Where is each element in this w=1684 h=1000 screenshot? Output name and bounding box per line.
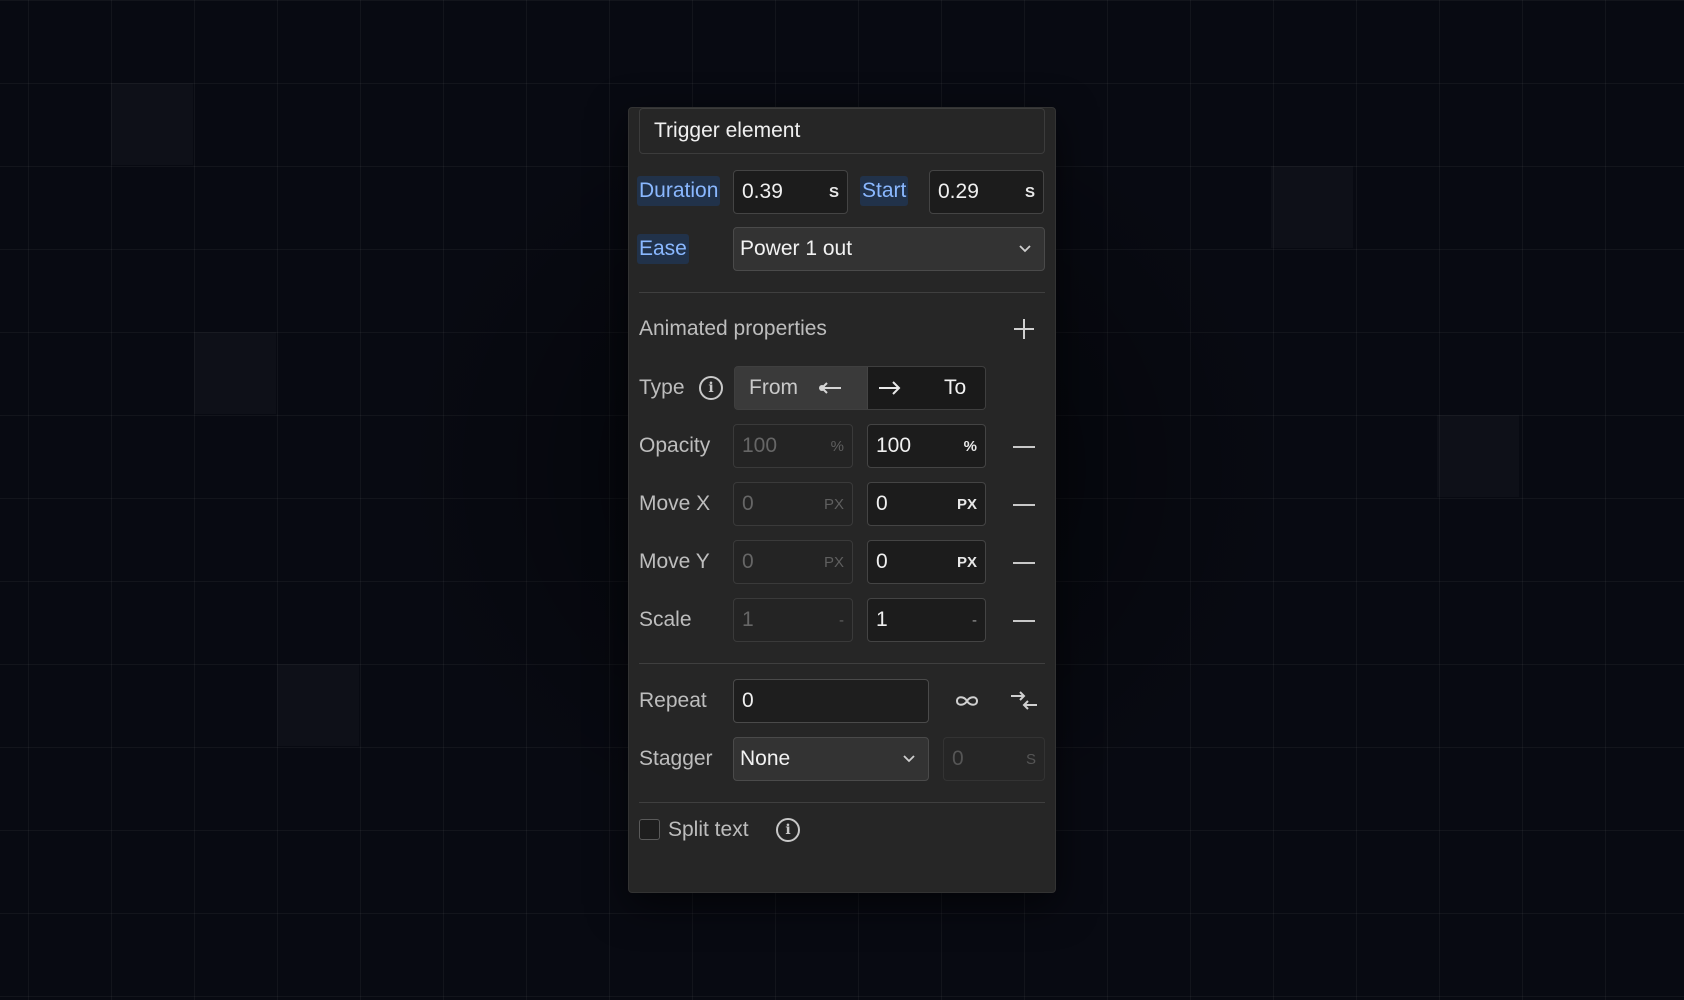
info-icon: i: [776, 818, 800, 842]
to-value: 100: [876, 434, 912, 457]
bg-tile: [277, 664, 359, 746]
repeat-label: Repeat: [639, 689, 707, 712]
start-value: 0.29: [938, 180, 979, 203]
to-unit: %: [963, 437, 977, 455]
from-input[interactable]: 1 -: [733, 598, 853, 642]
type-from-option[interactable]: From: [735, 367, 867, 409]
yoyo-button[interactable]: [1007, 686, 1041, 716]
trigger-element-value: Trigger element: [654, 119, 801, 142]
bg-tile: [1437, 415, 1519, 497]
arrow-left-icon: [818, 381, 842, 395]
infinity-icon: [955, 696, 979, 706]
from-input[interactable]: 100 %: [733, 424, 853, 468]
from-input[interactable]: 0 PX: [733, 540, 853, 584]
to-input[interactable]: 0 PX: [867, 540, 986, 584]
split-text-checkbox[interactable]: [639, 819, 660, 840]
property-label: Scale: [639, 608, 692, 631]
split-text-info-button[interactable]: i: [774, 816, 802, 844]
to-label: To: [944, 376, 967, 399]
start-label: Start: [860, 176, 909, 206]
type-label: Type: [639, 376, 685, 399]
property-label: Opacity: [639, 434, 711, 457]
bg-tile: [111, 83, 193, 165]
remove-move-x-button[interactable]: [1009, 490, 1039, 520]
property-label: Move X: [639, 492, 711, 515]
from-unit: -: [839, 611, 844, 629]
from-value: 0: [742, 492, 754, 515]
bg-tile: [1271, 166, 1353, 248]
remove-scale-button[interactable]: [1009, 606, 1039, 636]
infinite-repeat-button[interactable]: [951, 686, 983, 716]
plus-icon[interactable]: [1009, 314, 1039, 344]
from-value: 100: [742, 434, 778, 457]
chevron-down-icon: [902, 754, 916, 764]
stagger-value: None: [740, 747, 791, 770]
start-unit: S: [1024, 183, 1035, 201]
repeat-value: 0: [742, 689, 754, 712]
to-value: 0: [876, 492, 888, 515]
split-text-label: Split text: [668, 818, 749, 841]
to-input[interactable]: 100 %: [867, 424, 986, 468]
chevron-down-icon: [1018, 244, 1032, 254]
ease-select[interactable]: Power 1 out: [733, 227, 1045, 271]
to-unit: PX: [956, 553, 977, 571]
remove-move-y-button[interactable]: [1009, 548, 1039, 578]
from-unit: %: [830, 437, 844, 455]
info-icon: i: [699, 376, 723, 400]
duration-label: Duration: [637, 176, 721, 206]
from-unit: PX: [823, 495, 844, 513]
to-unit: -: [972, 611, 977, 629]
minus-icon: [1013, 446, 1035, 448]
yoyo-icon: [1011, 691, 1037, 710]
arrow-right-icon: [878, 381, 902, 395]
minus-icon: [1013, 620, 1035, 622]
duration-input[interactable]: 0.39 S: [733, 170, 848, 214]
divider: [639, 663, 1045, 664]
minus-icon: [1013, 504, 1035, 506]
ease-label: Ease: [637, 234, 689, 264]
to-input[interactable]: 1 -: [867, 598, 986, 642]
property-label: Move Y: [639, 550, 710, 573]
duration-unit: S: [828, 183, 839, 201]
stagger-select[interactable]: None: [733, 737, 929, 781]
divider: [639, 292, 1045, 293]
from-value: 0: [742, 550, 754, 573]
from-value: 1: [742, 608, 754, 631]
minus-icon: [1013, 562, 1035, 564]
from-label: From: [749, 376, 798, 399]
duration-value: 0.39: [742, 180, 783, 203]
repeat-input[interactable]: 0: [733, 679, 929, 723]
from-unit: PX: [823, 553, 844, 571]
to-value: 1: [876, 608, 888, 631]
animation-panel: Trigger element Duration 0.39 S Start 0.…: [628, 107, 1056, 893]
trigger-element-field[interactable]: Trigger element: [639, 108, 1045, 154]
bg-tile: [194, 332, 276, 414]
animated-properties-title: Animated properties: [639, 317, 827, 340]
stagger-amount-value: 0: [952, 747, 964, 770]
to-value: 0: [876, 550, 888, 573]
start-input[interactable]: 0.29 S: [929, 170, 1044, 214]
to-unit: PX: [956, 495, 977, 513]
from-input[interactable]: 0 PX: [733, 482, 853, 526]
type-toggle[interactable]: From To: [734, 366, 986, 410]
stagger-amount-unit: S: [1025, 750, 1036, 768]
stagger-amount-input[interactable]: 0 S: [943, 737, 1045, 781]
ease-value: Power 1 out: [740, 237, 853, 260]
to-input[interactable]: 0 PX: [867, 482, 986, 526]
type-info-button[interactable]: i: [697, 374, 725, 402]
divider: [639, 802, 1045, 803]
type-to-option[interactable]: To: [867, 367, 985, 409]
remove-opacity-button[interactable]: [1009, 432, 1039, 462]
stagger-label: Stagger: [639, 747, 713, 770]
